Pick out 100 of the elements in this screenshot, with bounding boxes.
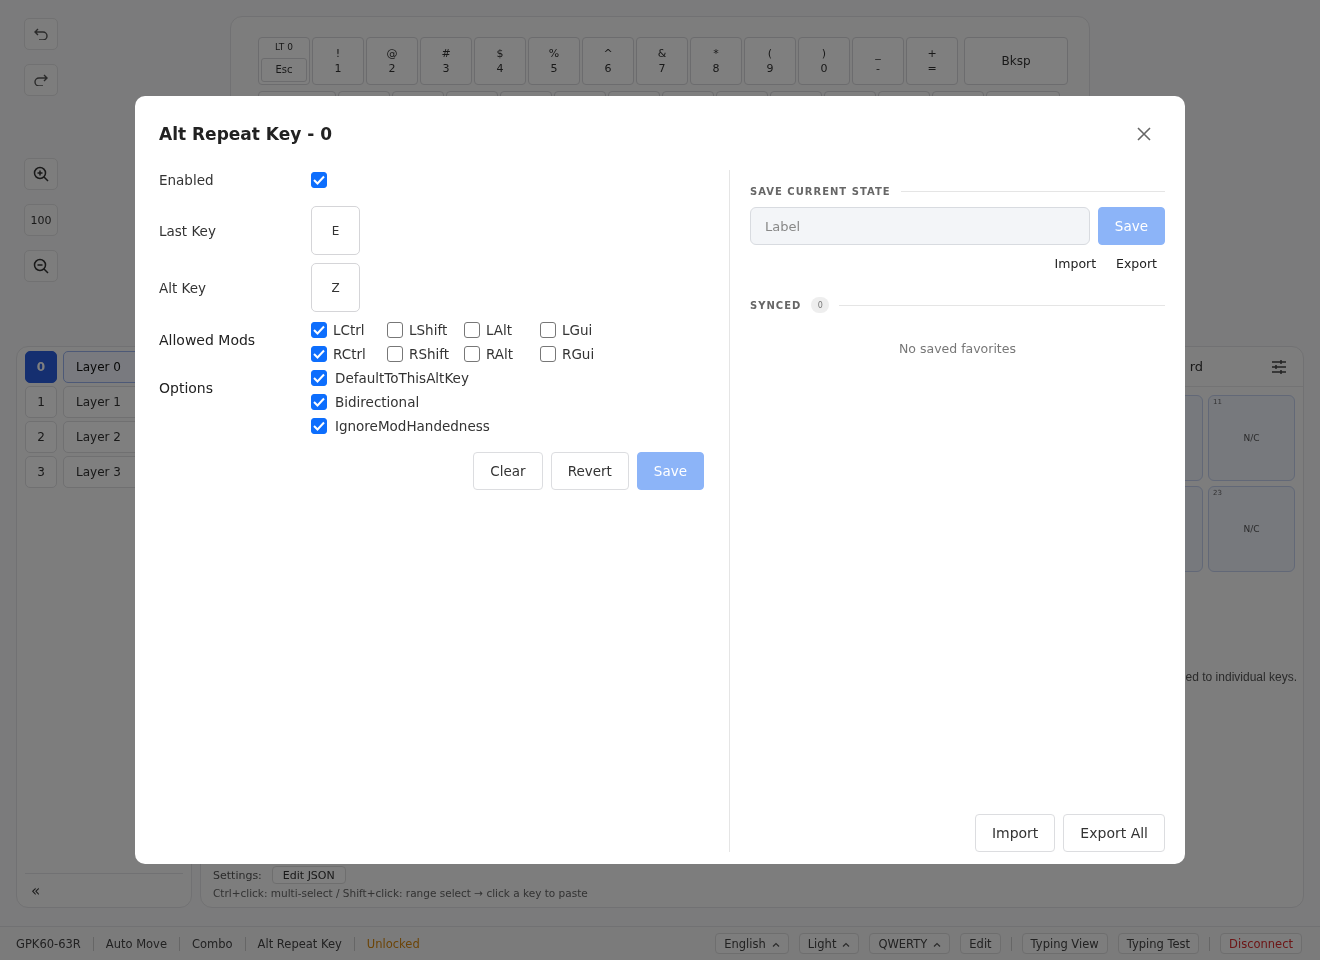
caret-icon	[771, 942, 780, 947]
key[interactable]: + =	[906, 37, 958, 85]
disconnect-button[interactable]: Disconnect	[1220, 933, 1302, 954]
key-legend: (	[767, 46, 773, 61]
zoom-out-button[interactable]	[24, 250, 58, 282]
edit-json-button[interactable]: Edit JSON	[271, 866, 346, 884]
redo-icon	[34, 74, 48, 86]
key-legend: #	[441, 46, 451, 61]
key-legend: Esc	[261, 58, 307, 82]
option-label: IgnoreModHandedness	[335, 418, 490, 434]
status-text: Unlocked	[366, 936, 420, 951]
check-icon	[313, 349, 325, 359]
status-item: Auto Move	[105, 936, 167, 951]
key-legend: 4	[496, 61, 504, 76]
checkbox[interactable]	[311, 370, 327, 386]
option-label: DefaultToThisAltKey	[335, 370, 469, 386]
dropdown-button[interactable]: Light	[798, 933, 860, 954]
key[interactable]: $ 4	[474, 37, 526, 85]
key[interactable]: * 8	[690, 37, 742, 85]
label-field[interactable]: Label	[750, 207, 1090, 245]
status-item: Combo	[192, 936, 233, 951]
dropdown-button[interactable]: English	[715, 933, 789, 954]
layer-number-button[interactable]: 3	[25, 456, 57, 488]
key-legend: )	[821, 46, 827, 61]
key[interactable]: ) 0	[798, 37, 850, 85]
option-label: LCtrl	[333, 322, 365, 338]
checkbox[interactable]	[464, 322, 480, 338]
status-button[interactable]: Edit	[960, 933, 1001, 954]
field-label: Enabled	[159, 172, 215, 188]
key-legend: 7	[658, 61, 666, 76]
checkbox[interactable]	[311, 346, 327, 362]
key[interactable]: % 5	[528, 37, 580, 85]
settings-button[interactable]	[1269, 357, 1289, 376]
key-legend: 3	[442, 61, 450, 76]
option-label: LAlt	[486, 322, 513, 338]
caret-icon	[842, 942, 851, 947]
key-legend: 1	[334, 61, 342, 76]
status-button[interactable]: Typing Test	[1117, 933, 1200, 954]
key-legend: +	[927, 46, 937, 61]
checkbox[interactable]	[464, 346, 480, 362]
checkbox[interactable]	[540, 322, 556, 338]
key-legend: 6	[604, 61, 612, 76]
checkbox[interactable]	[311, 394, 327, 410]
undo-icon	[34, 28, 48, 40]
link[interactable]: Export	[1116, 256, 1157, 271]
close-button[interactable]	[1135, 125, 1153, 143]
help-text: ed to individual keys.	[1184, 669, 1298, 684]
action-button[interactable]: Clear	[473, 452, 543, 490]
key[interactable]: & 7	[636, 37, 688, 85]
option-label: Bidirectional	[335, 394, 420, 410]
footer-button[interactable]: Export All	[1063, 814, 1165, 852]
key[interactable]: # 3	[420, 37, 472, 85]
checkbox[interactable]	[311, 322, 327, 338]
checkbox[interactable]	[387, 346, 403, 362]
check-icon	[313, 325, 325, 335]
check-icon	[313, 373, 325, 383]
key-legend: 0	[820, 61, 828, 76]
zoom-level-button[interactable]: 100	[24, 204, 58, 236]
status-item: GPK60-63R	[16, 936, 81, 951]
empty-message: No saved favorites	[898, 341, 1017, 356]
key-legend: 9	[766, 61, 774, 76]
undo-button[interactable]	[24, 18, 58, 50]
key[interactable]: ^ 6	[582, 37, 634, 85]
key[interactable]: @ 2	[366, 37, 418, 85]
layer-number-button[interactable]: 1	[25, 386, 57, 418]
checkbox[interactable]	[540, 346, 556, 362]
key-picker[interactable]: Z	[311, 263, 360, 312]
key[interactable]: ( 9	[744, 37, 796, 85]
layer-key[interactable]: LT 0 Esc	[258, 37, 310, 85]
option-label: LShift	[409, 322, 448, 338]
check-icon	[313, 175, 325, 185]
checkbox[interactable]	[311, 172, 327, 188]
dialog-title: Alt Repeat Key - 0	[159, 124, 333, 144]
status-item: Alt Repeat Key	[257, 936, 342, 951]
redo-button[interactable]	[24, 64, 58, 96]
checkbox[interactable]	[311, 418, 327, 434]
collapse-button[interactable]: «	[25, 881, 47, 900]
dropdown-button[interactable]: QWERTY	[869, 933, 951, 954]
link[interactable]: Import	[1054, 256, 1097, 271]
key[interactable]: ! 1	[312, 37, 364, 85]
key-legend: 8	[712, 61, 720, 76]
field-label: Last Key	[159, 222, 217, 239]
zoom-in-button[interactable]	[24, 158, 58, 190]
status-button[interactable]: Typing View	[1021, 933, 1108, 954]
footer-button[interactable]: Import	[974, 814, 1056, 852]
checkbox[interactable]	[387, 322, 403, 338]
key[interactable]: _ -	[852, 37, 904, 85]
backspace-key[interactable]: Bksp	[964, 37, 1068, 85]
option-label: RShift	[409, 346, 450, 362]
layer-number-button[interactable]: 0	[25, 351, 57, 383]
key-legend: =	[927, 61, 937, 76]
action-button[interactable]: Revert	[550, 452, 629, 490]
key-picker[interactable]: E	[311, 206, 360, 255]
layer-number-button[interactable]: 2	[25, 421, 57, 453]
key-legend: &	[657, 46, 667, 61]
zoom-out-icon	[33, 258, 49, 274]
sliders-icon	[1271, 359, 1287, 374]
check-icon	[313, 397, 325, 407]
key-legend: $	[496, 46, 504, 61]
key-legend: ^	[603, 46, 613, 61]
